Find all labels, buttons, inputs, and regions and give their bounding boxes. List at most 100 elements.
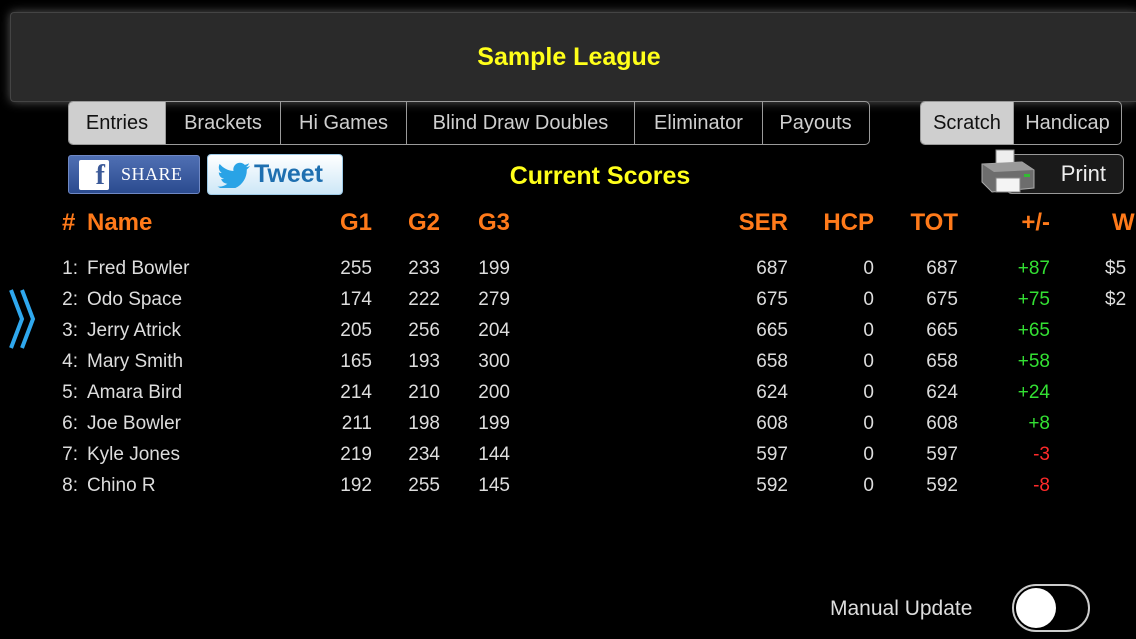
col-header-g1: G1 [339, 209, 372, 236]
handicap: 0 [863, 258, 874, 279]
game-2: 193 [408, 351, 440, 372]
col-header-name: Name [87, 209, 153, 236]
rank: 1: [62, 258, 78, 279]
bird-icon [217, 162, 250, 188]
rank: 3: [62, 320, 78, 341]
plus-minus: -3 [1033, 444, 1050, 465]
handicap: 0 [863, 382, 874, 403]
tab-eliminator[interactable]: Eliminator [634, 102, 762, 144]
plus-minus: +58 [1017, 351, 1050, 372]
bowler-name: Joe Bowler [87, 413, 181, 434]
tweet-label: Tweet [254, 160, 323, 188]
facebook-share-button[interactable]: f SHARE [68, 155, 200, 194]
col-header-diff: +/- [1021, 209, 1050, 236]
tab-brackets[interactable]: Brackets [165, 102, 280, 144]
game-1: 219 [340, 444, 372, 465]
table-row: 4: Mary Smith 165 193 300 658 0 658 +58 [0, 351, 1136, 382]
bowler-name: Fred Bowler [87, 258, 190, 279]
winnings: $5 [1105, 258, 1127, 279]
total: 597 [926, 444, 958, 465]
toggle-knob [1016, 588, 1056, 628]
scoring-mode-toggle: Scratch Handicap [920, 101, 1122, 145]
rank: 8: [62, 475, 78, 496]
game-3: 279 [478, 289, 510, 310]
game-2: 256 [408, 320, 440, 341]
series: 675 [756, 289, 788, 310]
game-1: 192 [340, 475, 372, 496]
game-2: 233 [408, 258, 440, 279]
rank: 7: [62, 444, 78, 465]
scratch-option[interactable]: Scratch [921, 102, 1013, 144]
tab-entries[interactable]: Entries [69, 102, 165, 144]
rank: 6: [62, 413, 78, 434]
game-3: 199 [478, 258, 510, 279]
game-3: 145 [478, 475, 510, 496]
series: 597 [756, 444, 788, 465]
game-1: 205 [340, 320, 372, 341]
game-2: 234 [408, 444, 440, 465]
handicap: 0 [863, 351, 874, 372]
section-title: Current Scores [509, 162, 691, 190]
tweet-button[interactable]: Tweet [207, 154, 343, 195]
plus-minus: +75 [1017, 289, 1050, 310]
game-3: 144 [478, 444, 510, 465]
printer-icon [981, 149, 1035, 193]
tab-blind-draw-doubles[interactable]: Blind Draw Doubles [406, 102, 634, 144]
facebook-icon: f [79, 159, 109, 190]
handicap-option[interactable]: Handicap [1013, 102, 1121, 144]
series: 665 [756, 320, 788, 341]
col-header-g2: G2 [407, 209, 440, 236]
game-2: 198 [408, 413, 440, 434]
manual-update-label: Manual Update [830, 597, 973, 620]
total: 675 [926, 289, 958, 310]
total: 592 [926, 475, 958, 496]
total: 658 [926, 351, 958, 372]
plus-minus: +8 [1028, 413, 1050, 434]
rank: 4: [62, 351, 78, 372]
col-header-rank: # [62, 209, 76, 236]
game-3: 199 [478, 413, 510, 434]
table-row: 8: Chino R 192 255 145 592 0 592 -8 [0, 475, 1136, 506]
series: 608 [756, 413, 788, 434]
total: 624 [926, 382, 958, 403]
plus-minus: +87 [1017, 258, 1050, 279]
print-button[interactable]: Print [978, 148, 1124, 196]
table-row: 1: Fred Bowler 255 233 199 687 0 687 +87… [0, 258, 1136, 289]
handicap: 0 [863, 444, 874, 465]
manual-update-toggle[interactable] [1012, 584, 1090, 632]
game-1: 165 [340, 351, 372, 372]
plus-minus: +65 [1017, 320, 1050, 341]
handicap: 0 [863, 413, 874, 434]
bowler-name: Mary Smith [87, 351, 184, 372]
bowler-name: Kyle Jones [87, 444, 180, 465]
game-1: 214 [340, 382, 372, 403]
series: 624 [756, 382, 788, 403]
game-1: 255 [340, 258, 372, 279]
view-tabs: Entries Brackets Hi Games Blind Draw Dou… [68, 101, 870, 145]
game-1: 211 [341, 413, 372, 434]
rank: 5: [62, 382, 78, 403]
game-2: 210 [408, 382, 440, 403]
col-header-tot: TOT [910, 209, 958, 236]
title-bar: Sample League [10, 12, 1136, 102]
game-3: 300 [478, 351, 510, 372]
game-2: 222 [408, 289, 440, 310]
col-header-g3: G3 [477, 209, 510, 236]
table-row: 6: Joe Bowler 211 198 199 608 0 608 +8 [0, 413, 1136, 444]
col-header-win: W [1112, 209, 1135, 236]
winnings: $2 [1105, 289, 1127, 310]
bowler-name: Jerry Atrick [87, 320, 181, 341]
series: 592 [756, 475, 788, 496]
bowler-name: Odo Space [87, 289, 183, 310]
col-header-hcp: HCP [823, 209, 874, 236]
series: 658 [756, 351, 788, 372]
col-header-ser: SER [738, 209, 788, 236]
tab-payouts[interactable]: Payouts [762, 102, 868, 144]
tab-hi-games[interactable]: Hi Games [280, 102, 406, 144]
game-3: 200 [478, 382, 510, 403]
bowler-name: Amara Bird [87, 382, 183, 403]
total: 687 [926, 258, 958, 279]
total: 608 [926, 413, 958, 434]
handicap: 0 [863, 289, 874, 310]
double-chevron-right-icon[interactable] [8, 286, 38, 357]
